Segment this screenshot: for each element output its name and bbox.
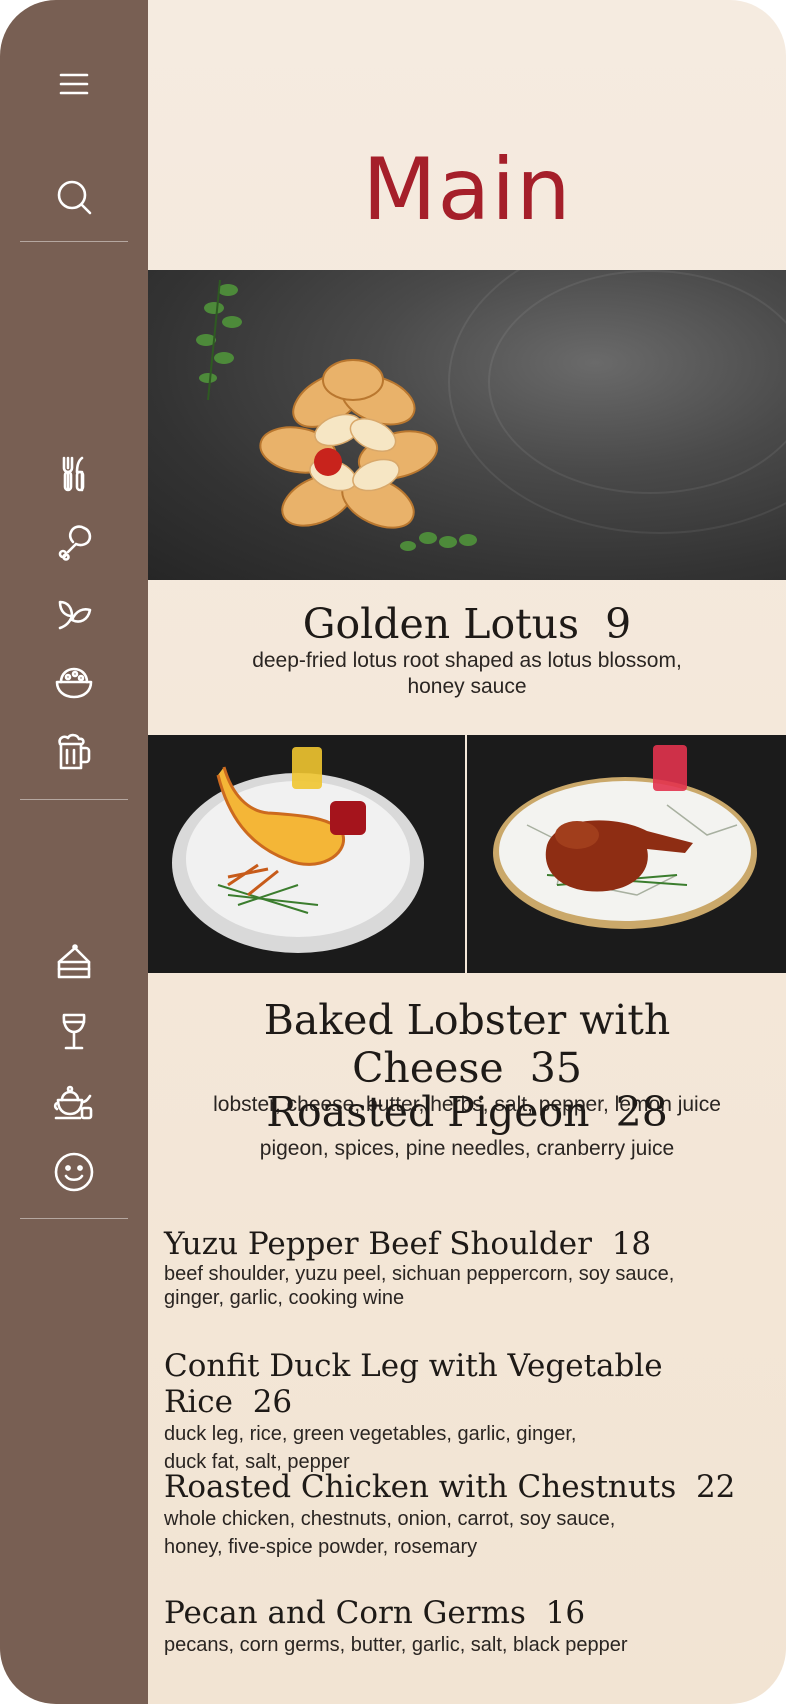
drumstick-icon[interactable] xyxy=(44,512,104,572)
item-name: Golden Lotus xyxy=(302,600,580,648)
lobster-photo xyxy=(148,735,465,973)
beer-mug-icon[interactable] xyxy=(44,722,104,782)
item-description: beef shoulder, yuzu peel, sichuan pepper… xyxy=(164,1263,675,1285)
menu-item[interactable]: Yuzu Pepper Beef Shoulder 18 beef should… xyxy=(164,1226,784,1310)
item-price: 16 xyxy=(545,1595,586,1631)
item-price: 26 xyxy=(252,1384,293,1420)
item-description: pigeon, spices, pine needles, cranberry … xyxy=(259,1137,675,1160)
leaf-icon[interactable] xyxy=(44,582,104,642)
featured-item[interactable]: Golden Lotus 9 deep-fried lotus root sha… xyxy=(148,600,786,700)
sidebar-divider xyxy=(20,1218,128,1219)
search-icon[interactable] xyxy=(44,167,104,227)
golden-lotus-photo xyxy=(148,270,786,580)
item-description: whole chicken, chestnuts, onion, carrot,… xyxy=(164,1508,616,1530)
fork-knife-icon[interactable] xyxy=(44,444,104,504)
menu-content: Main Golden Lotus 9 deep-fried lotus roo… xyxy=(148,0,786,1704)
app-frame: Main Golden Lotus 9 deep-fried lotus roo… xyxy=(0,0,786,1704)
menu-item[interactable]: Confit Duck Leg with Vegetable Rice 26 d… xyxy=(164,1348,784,1476)
page-title: Main xyxy=(362,140,572,240)
dish-photos xyxy=(148,735,786,973)
item-description: deep-fried lotus root shaped as lotus bl… xyxy=(252,649,682,672)
teapot-icon[interactable] xyxy=(44,1072,104,1132)
pigeon-photo xyxy=(467,735,786,973)
item-price: 18 xyxy=(611,1226,652,1262)
menu-item[interactable]: Pecan and Corn Germs 16 pecans, corn ger… xyxy=(164,1595,784,1659)
menu-item[interactable]: Roasted Chicken with Chestnuts 22 whole … xyxy=(164,1469,784,1561)
sidebar xyxy=(0,0,148,1704)
item-price: 35 xyxy=(529,1044,582,1092)
item-name: Confit Duck Leg with Vegetable Rice xyxy=(164,1348,663,1420)
item-name: Baked Lobster with Cheese xyxy=(263,996,671,1092)
item-description: pecans, corn germs, butter, garlic, salt… xyxy=(164,1634,628,1656)
item-price: 22 xyxy=(695,1469,736,1505)
cake-icon[interactable] xyxy=(44,932,104,992)
item-description: ginger, garlic, cooking wine xyxy=(164,1287,405,1309)
sidebar-divider xyxy=(20,241,128,242)
bowl-icon[interactable] xyxy=(44,652,104,712)
wine-glass-icon[interactable] xyxy=(44,1002,104,1062)
item-description: honey, five-spice powder, rosemary xyxy=(164,1536,478,1558)
item-name: Pecan and Corn Germs xyxy=(164,1595,526,1631)
sidebar-divider xyxy=(20,799,128,800)
menu-icon[interactable] xyxy=(44,54,104,114)
menu-item[interactable]: Roasted Pigeon 28 pigeon, spices, pine n… xyxy=(148,1088,786,1162)
item-description: honey sauce xyxy=(407,675,527,698)
item-name: Roasted Chicken with Chestnuts xyxy=(164,1469,677,1505)
item-price: 28 xyxy=(615,1088,668,1136)
item-name: Roasted Pigeon xyxy=(266,1088,590,1136)
item-description: duck leg, rice, green vegetables, garlic… xyxy=(164,1423,577,1445)
smiley-icon[interactable] xyxy=(44,1142,104,1202)
item-name: Yuzu Pepper Beef Shoulder xyxy=(164,1226,592,1262)
item-price: 9 xyxy=(605,600,632,648)
